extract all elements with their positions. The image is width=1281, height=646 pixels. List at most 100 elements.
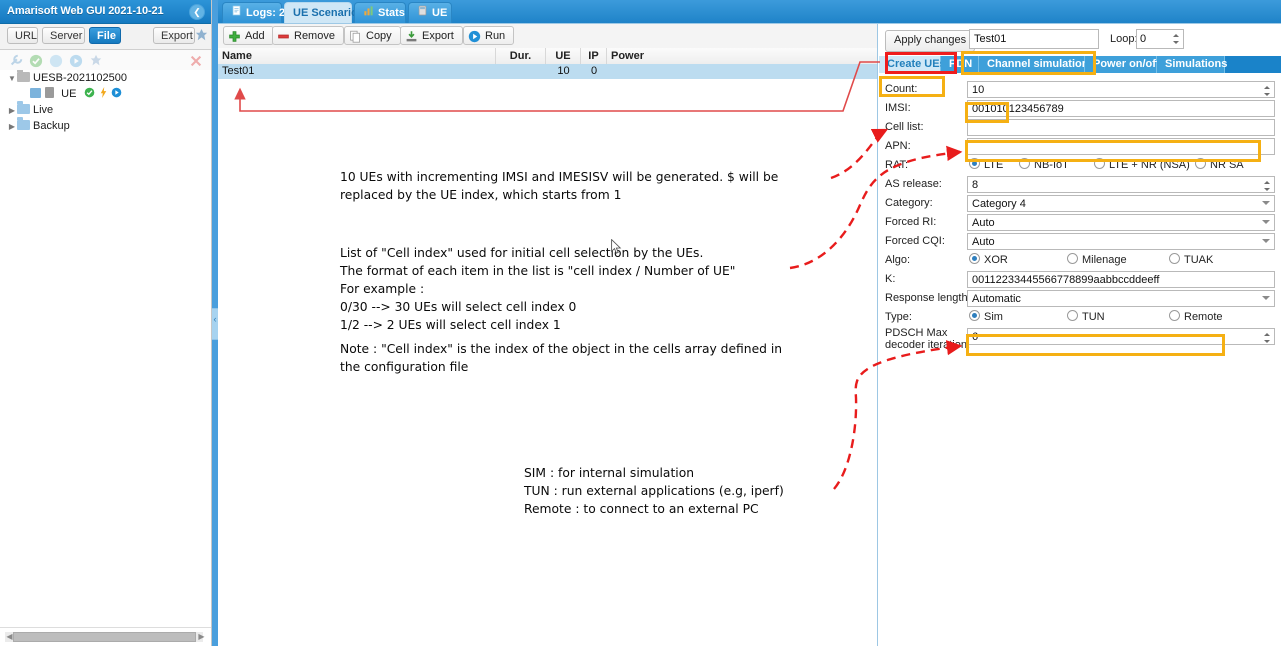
chevron-down-icon[interactable]: ▼ [7,71,17,87]
table-row[interactable]: Test01 10 0 [218,64,877,79]
run-button[interactable]: Run [463,26,515,45]
k-field[interactable] [967,271,1275,288]
radio-rat-nr-sa[interactable]: NR SA [1195,158,1244,171]
chevron-down-icon[interactable] [1262,220,1270,224]
radio-label: TUAK [1184,254,1214,266]
check-circle-icon[interactable] [29,54,43,68]
tree-item-backup[interactable]: ▶ Backup [0,117,211,135]
k-input[interactable] [968,272,1274,287]
radio-algo-tuak[interactable]: TUAK [1169,253,1213,266]
radio-type-remote[interactable]: Remote [1169,310,1223,323]
play-circle-icon[interactable] [69,54,83,68]
loop-stepper[interactable] [1136,29,1184,49]
apply-changes-button[interactable]: Apply changes [885,30,976,52]
export-button[interactable]: Export [400,26,463,45]
radio-type-sim[interactable]: Sim [969,310,1003,323]
bolt-icon[interactable] [99,87,108,100]
pdsch-stepper[interactable] [967,328,1275,345]
refresh-icon[interactable] [49,54,63,68]
field-forced-cqi: Forced CQI: [879,232,1281,251]
apn-field[interactable] [967,138,1275,155]
as-release-input[interactable] [968,177,1274,192]
scenario-name-input[interactable] [969,29,1099,49]
loop-input[interactable] [1137,30,1173,48]
stepper-arrows-icon[interactable] [1171,31,1182,47]
field-category: Category: [879,194,1281,213]
subtab-channel-simulation[interactable]: Channel simulation [979,56,1088,73]
url-button[interactable]: URL [7,27,38,44]
subtab-simulations[interactable]: Simulations [1157,56,1227,73]
cell-list-field[interactable] [967,119,1275,136]
field-as-release: AS release: [879,175,1281,194]
subtab-power-onoff[interactable]: Power on/off [1085,56,1160,73]
radio-rat-lte[interactable]: LTE [969,158,1003,171]
subtab-pdn[interactable]: PDN [941,56,979,73]
stepper-arrows-icon[interactable] [1262,330,1273,346]
scroll-right-arrow-icon[interactable]: ▶ [197,632,206,642]
forced-ri-select[interactable] [967,214,1275,231]
tree-item-ue[interactable]: UE [0,86,211,102]
rat-radio-group: LTE NB-IoT LTE + NR (NSA) NR SA [967,157,1275,174]
left-panel-hscrollbar[interactable]: ◀ ▶ [0,627,211,646]
play-icon[interactable] [111,87,122,100]
chevron-left-icon[interactable]: ❮ [189,4,205,20]
chevron-down-icon[interactable] [1262,201,1270,205]
check-icon[interactable] [84,87,95,100]
pdsch-input[interactable] [968,329,1274,344]
count-stepper[interactable] [967,81,1275,98]
stepper-arrows-icon[interactable] [1262,83,1273,99]
response-length-value[interactable] [968,291,1274,306]
subtab-create-ues[interactable]: Create UEs [879,56,946,73]
radio-rat-nbiot[interactable]: NB-IoT [1019,158,1069,171]
server-button[interactable]: Server [42,27,85,44]
forced-ri-value[interactable] [968,215,1274,230]
column-header-ue[interactable]: UE [546,48,581,64]
tab-logs[interactable]: Logs: 2 [222,2,285,23]
pin-icon[interactable] [194,28,209,46]
field-label: Forced CQI: [885,235,945,247]
field-cell-list: Cell list: [879,118,1281,137]
chevron-right-icon[interactable]: ▶ [7,103,17,119]
stepper-arrows-icon[interactable] [1262,178,1273,194]
remove-button[interactable]: Remove [272,26,344,45]
imsi-input[interactable] [968,101,1274,116]
file-button[interactable]: File [89,27,121,44]
forced-cqi-value[interactable] [968,234,1274,249]
chevron-right-icon[interactable]: ▶ [7,119,17,135]
response-length-select[interactable] [967,290,1275,307]
as-release-stepper[interactable] [967,176,1275,193]
tab-stats[interactable]: Stats [354,2,406,23]
add-button[interactable]: Add [223,26,274,45]
copy-button[interactable]: Copy [344,26,401,45]
forced-cqi-select[interactable] [967,233,1275,250]
column-header-ip[interactable]: IP [581,48,607,64]
wrench-icon[interactable] [9,54,23,68]
radio-algo-xor[interactable]: XOR [969,253,1008,266]
chevron-down-icon[interactable] [1262,239,1270,243]
radio-circle-icon [969,158,980,169]
category-select[interactable] [967,195,1275,212]
radio-rat-lte-nr-nsa[interactable]: LTE + NR (NSA) [1094,158,1190,171]
imsi-field[interactable] [967,100,1275,117]
category-value[interactable] [968,196,1274,211]
close-x-icon[interactable] [189,54,203,68]
column-header-name[interactable]: Name [218,48,496,64]
cell-list-input[interactable] [968,120,1274,135]
column-header-power[interactable]: Power [607,48,878,64]
radio-algo-milenage[interactable]: Milenage [1067,253,1127,266]
tab-ue[interactable]: UE [408,2,452,23]
field-apn: APN: [879,137,1281,156]
tab-ue-scenario[interactable]: UE Scenario [284,2,358,23]
pin-icon[interactable] [89,54,103,68]
apn-input[interactable] [968,139,1274,154]
chevron-down-icon[interactable] [1262,296,1270,300]
export-button[interactable]: Export [153,27,195,44]
count-input[interactable] [968,82,1274,97]
radio-type-tun[interactable]: TUN [1067,310,1105,323]
tree-item-live[interactable]: ▶ Live [0,101,211,119]
column-header-dur[interactable]: Dur. [496,48,546,64]
field-label: Type: [885,311,912,323]
tree-item-uesb[interactable]: ▼ UESB-2021102500 [0,70,211,86]
scrollbar-thumb[interactable] [13,632,196,642]
app-title: Amarisoft Web GUI 2021-10-21 [7,5,164,17]
